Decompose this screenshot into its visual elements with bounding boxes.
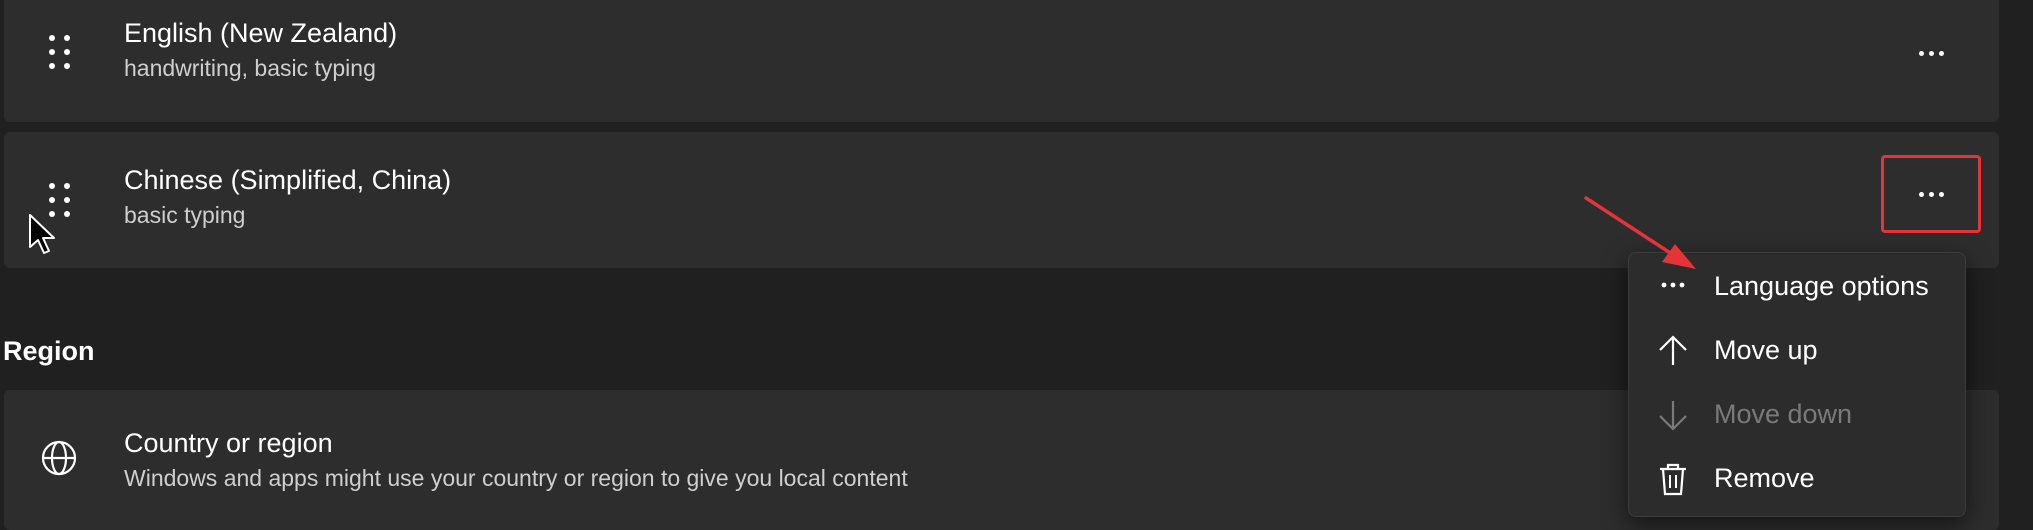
mouse-cursor-icon (29, 214, 55, 254)
annotation-arrow-icon (1584, 196, 1696, 269)
